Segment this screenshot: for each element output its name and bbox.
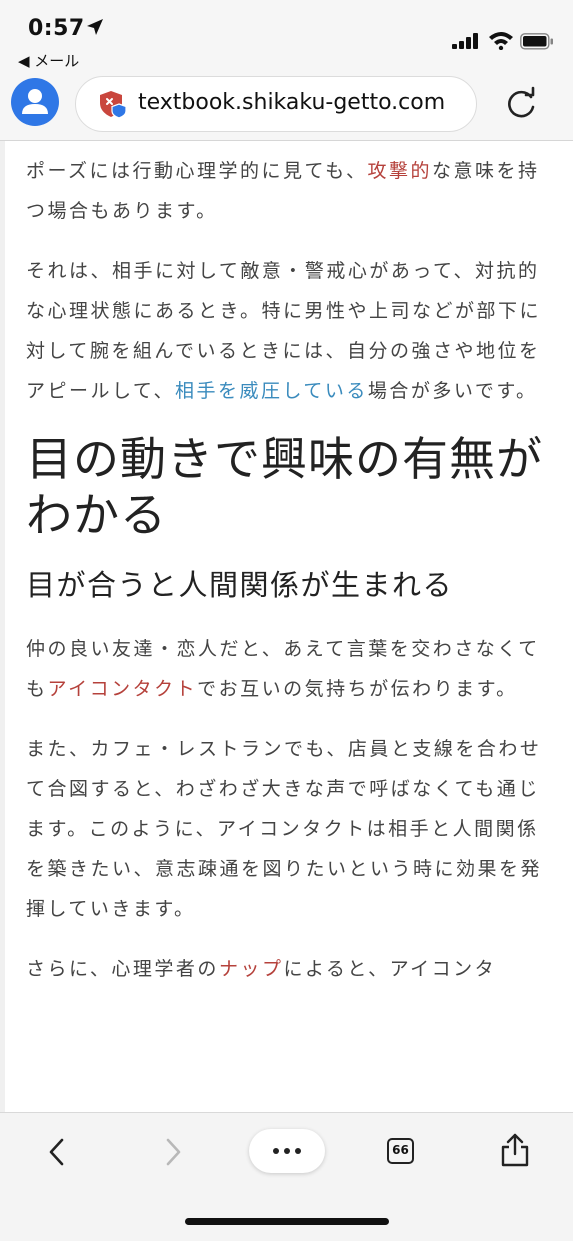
url-text[interactable]: textbook.shikaku-getto.com (138, 90, 445, 115)
paragraph-knapp: さらに、心理学者のナップによると、アイコンタ (26, 949, 556, 989)
browser-top-bar: textbook.shikaku-getto.com (0, 72, 573, 140)
location-arrow-icon (87, 19, 103, 35)
wifi-icon (489, 32, 513, 50)
section-heading-eye-movement: 目の動きで興味の有無がわかる (26, 432, 543, 542)
back-to-app-link[interactable]: ◀ メール (18, 50, 79, 71)
status-time: 0:57 (28, 16, 85, 41)
paragraph-hostility: それは、相手に対して敵意・警戒心があって、対抗的な心理状態にあるとき。特に男性や… (26, 251, 556, 411)
battery-icon (520, 33, 553, 50)
content-left-border (0, 141, 5, 1112)
home-indicator (185, 1218, 389, 1225)
paragraph-text: ポーズには行動心理学的に見ても、 (26, 160, 368, 182)
paragraph-text: さらに、心理学者の (26, 958, 219, 980)
address-bar[interactable]: textbook.shikaku-getto.com (75, 76, 477, 132)
paragraph-cafe: また、カフェ・レストランでも、店員と支線を合わせて合図すると、わざわざ大きな声で… (26, 738, 543, 920)
more-icon (273, 1148, 301, 1154)
subsection-heading-eye-contact: 目が合うと人間関係が生まれる (26, 568, 454, 602)
chevron-left-icon[interactable] (44, 1137, 70, 1167)
article-body: ポーズには行動心理学的に見ても、攻撃的な意味を持つ場合もあります。 それは、相手… (26, 151, 556, 1009)
link-aggressive[interactable]: 攻撃的 (368, 160, 433, 182)
page-content: ポーズには行動心理学的に見ても、攻撃的な意味を持つ場合もあります。 それは、相手… (0, 141, 573, 1112)
signal-icon (452, 33, 478, 49)
reload-icon[interactable] (502, 86, 540, 124)
chevron-right-icon[interactable] (160, 1137, 186, 1167)
tabs-button[interactable]: 66 (387, 1138, 414, 1164)
link-intimidating[interactable]: 相手を威圧している (175, 380, 368, 402)
paragraph-pose: ポーズには行動心理学的に見ても、攻撃的な意味を持つ場合もあります。 (26, 151, 556, 231)
link-eye-contact[interactable]: アイコンタクト (48, 678, 198, 700)
avatar-icon (22, 89, 48, 114)
paragraph-text: でお互いの気持ちが伝わります。 (197, 678, 518, 700)
share-icon[interactable] (498, 1132, 532, 1168)
shield-icon (100, 91, 127, 119)
tabs-icon: 66 (392, 1143, 409, 1157)
paragraph-friends: 仲の良い友達・恋人だと、あえて言葉を交わさなくてもアイコンタクトでお互いの気持ち… (26, 629, 556, 709)
status-bar: 0:57 ◀ メール (0, 0, 573, 72)
paragraph-text: 場合が多いです。 (367, 380, 538, 402)
profile-avatar-button[interactable] (11, 78, 59, 126)
paragraph-text: によると、アイコンタ (283, 958, 497, 980)
menu-button[interactable] (249, 1129, 325, 1173)
link-knapp[interactable]: ナップ (219, 958, 284, 980)
